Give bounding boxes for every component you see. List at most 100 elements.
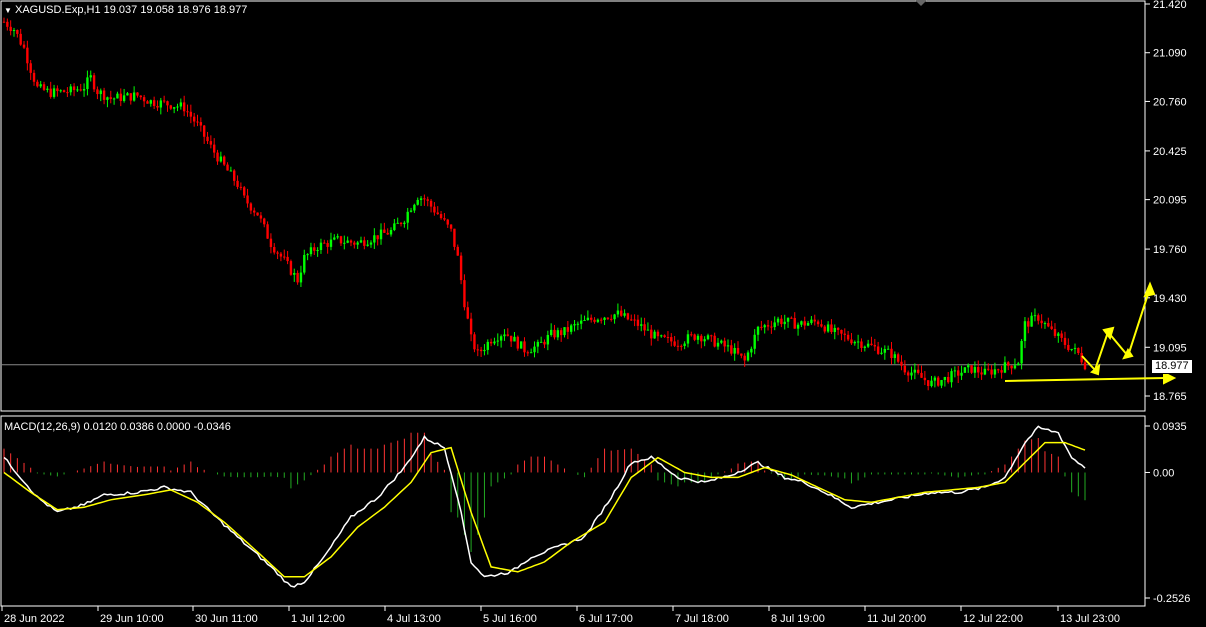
candle-body [1070, 348, 1073, 350]
candle-body [583, 320, 586, 322]
candle-body [1010, 365, 1013, 369]
candle-body [753, 334, 756, 349]
candle-body [453, 228, 456, 247]
candle-body [353, 242, 356, 245]
candle-body [273, 247, 276, 253]
candle-body [746, 352, 750, 361]
candle-body [109, 97, 112, 99]
candle-body [516, 336, 520, 349]
candle-body [69, 86, 72, 93]
candle-body [773, 322, 776, 328]
candle-body [1083, 362, 1087, 370]
candle-body [660, 335, 663, 337]
candle-body [479, 349, 483, 352]
candle-body [780, 318, 783, 325]
candle-body [126, 93, 129, 96]
candle-body [369, 242, 373, 245]
candle-body [546, 335, 550, 345]
candle-body [983, 368, 987, 375]
macd-header: MACD(12,26,9) 0.0120 0.0386 0.0000 -0.03… [4, 421, 231, 433]
candle-body [920, 372, 923, 378]
candle-body [916, 369, 920, 373]
candle-body [286, 256, 289, 262]
candle-body [590, 317, 593, 320]
candle-body [513, 336, 516, 342]
candle-body [406, 211, 409, 223]
candle-body [610, 318, 613, 320]
candle-body [630, 319, 633, 321]
candle-body [890, 348, 893, 359]
candle-body [519, 341, 523, 349]
candle-body [249, 203, 253, 211]
candle-body [389, 230, 393, 235]
horizontal-arrow [1004, 377, 1167, 382]
candle-body [776, 318, 780, 323]
candle-body [743, 355, 746, 361]
candle-body [876, 346, 880, 354]
candle-body [82, 89, 86, 91]
candle-body [403, 222, 406, 225]
candle-body [840, 329, 843, 334]
annotation-arrows [1004, 281, 1177, 385]
candle-body [906, 372, 910, 376]
candle-body [319, 242, 323, 251]
dropdown-triangle-icon[interactable]: ▼ [4, 6, 12, 15]
candle-body [523, 341, 526, 353]
candle-body [943, 376, 947, 381]
chart-canvas: 21.420 21.090 20.760 20.425 20.095 19.760 19.4… [0, 0, 1190, 625]
candle-body [1007, 362, 1010, 366]
candle-body [690, 334, 693, 336]
y-tick-label: 18.765 [1153, 391, 1187, 403]
candle-body [313, 247, 316, 251]
candle-body [52, 88, 56, 97]
y-tick-label: 19.095 [1153, 342, 1187, 354]
candle-body [356, 242, 359, 245]
candle-body [636, 319, 640, 326]
candle-body [169, 105, 173, 109]
macd-y-tick-label: 0.00 [1153, 467, 1174, 479]
candle-body [1000, 370, 1003, 373]
macd-y-tick-label: 0.0935 [1153, 421, 1187, 433]
candle-body [543, 341, 546, 345]
candle-body [1050, 326, 1053, 329]
candle-body [643, 324, 646, 331]
candle-body [499, 336, 503, 341]
candle-body [22, 44, 26, 48]
candle-body [970, 365, 973, 373]
candle-body [192, 116, 196, 122]
candle-body [1063, 337, 1067, 345]
candle-body [182, 102, 186, 112]
candle-body [383, 229, 386, 233]
y-tick-label: 21.420 [1153, 0, 1187, 11]
candle-body [633, 319, 636, 321]
candle-body [229, 170, 233, 172]
candle-body [366, 244, 369, 246]
candle-body [576, 323, 580, 325]
candle-body [653, 331, 656, 339]
candle-body [1060, 333, 1063, 338]
candle-body [56, 88, 59, 92]
candle-body [549, 329, 553, 336]
candle-body [483, 349, 486, 352]
candle-body [556, 330, 560, 338]
candle-body [339, 236, 343, 244]
candle-body [299, 272, 303, 283]
candle-body [92, 75, 96, 90]
candle-body [750, 348, 753, 353]
candle-body [329, 239, 333, 247]
candle-body [396, 222, 399, 224]
candle-body [76, 89, 79, 91]
candle-body [1037, 315, 1040, 321]
candle-body [806, 323, 810, 326]
candle-body [206, 136, 209, 142]
chart-shift-marker-icon[interactable] [915, 0, 927, 6]
candle-body [926, 380, 930, 387]
candle-body [947, 376, 950, 383]
x-tick-label: 29 Jun 10:00 [100, 613, 164, 625]
candle-body [386, 232, 389, 235]
arrow-head-icon [1163, 371, 1177, 385]
candle-body [106, 97, 109, 100]
candle-body [923, 377, 927, 381]
candle-body [489, 341, 493, 344]
candle-body [96, 89, 99, 95]
